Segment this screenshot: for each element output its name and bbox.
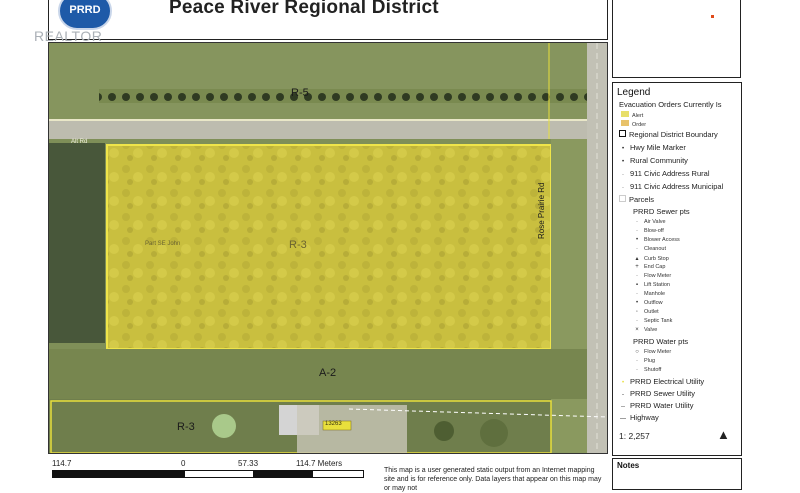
sewer-pt: · Blow-off xyxy=(633,228,664,234)
blow-off-icon: · xyxy=(636,228,638,234)
curb-stop-icon: ▴ xyxy=(635,256,639,262)
septic-tank-icon: · xyxy=(636,318,638,324)
manhole-icon: · xyxy=(636,291,638,297)
flow-meter-icon: · xyxy=(636,273,638,279)
mile-marker-icon: • xyxy=(621,146,625,152)
map-imagery xyxy=(49,43,607,453)
electrical-line-icon: • xyxy=(621,380,625,386)
sewer-pt: + End Cap xyxy=(633,264,665,270)
sewer-pt: • Blower Access xyxy=(633,237,680,243)
community-icon: • xyxy=(621,159,625,165)
highlighted-parcel xyxy=(106,144,552,350)
scale-bar: 114.7 0 57.33 114.7 Meters xyxy=(48,459,378,480)
air-valve-icon: · xyxy=(636,219,638,225)
scale-label-zero: 0 xyxy=(181,459,186,468)
legend-alert: Alert xyxy=(621,111,643,119)
water-pt: ○ Flow Meter xyxy=(633,349,671,355)
east-west-road xyxy=(49,121,607,139)
civic-municipal-icon: · xyxy=(622,185,624,191)
sewer-pt: · Air Valve xyxy=(633,219,666,225)
legend-boundary: Regional District Boundary xyxy=(619,130,718,139)
cleanout-icon: · xyxy=(636,246,638,252)
sewer-pt: ▴ Curb Stop xyxy=(633,255,668,262)
sewer-pt: · Flow Meter xyxy=(633,273,671,279)
evac-heading: Evacuation Orders Currently Is xyxy=(619,100,722,109)
scale-label-right: 114.7 Meters xyxy=(296,459,343,468)
water-pt: · Shutoff xyxy=(633,367,661,373)
water-line-icon: -- xyxy=(621,404,625,410)
legend-highway: — Highway xyxy=(620,413,659,422)
legend-civic-municipal: · 911 Civic Address Municipal xyxy=(619,182,723,191)
sewer-pt: · Cleanout xyxy=(633,246,666,252)
sewer-pt: ◦ Outlet xyxy=(633,309,659,315)
map-title: Peace River Regional District xyxy=(169,0,439,18)
logo-text: PRRD xyxy=(69,4,101,16)
parcel-legal-text: Part SE John xyxy=(145,241,181,247)
sewer-pt: • Outflow xyxy=(633,300,663,306)
civic-rural-icon: · xyxy=(622,172,624,178)
outlet-icon: ◦ xyxy=(635,309,639,315)
plug-icon: · xyxy=(636,358,638,364)
legend-civic-rural: · 911 Civic Address Rural xyxy=(619,169,709,178)
zone-label-r3-parcel: R-3 xyxy=(289,239,307,251)
overview-map-box xyxy=(612,0,741,78)
scale-bar-graphic xyxy=(52,470,364,478)
map-title-box: Peace River Regional District xyxy=(48,0,608,40)
map-legend: Legend Evacuation Orders Currently Is Al… xyxy=(612,82,742,456)
water-pt: · Plug xyxy=(633,358,655,364)
outflow-icon: • xyxy=(635,300,639,306)
zone-label-r5: R-5 xyxy=(291,87,309,99)
legend-water-utility: -- PRRD Water Utility xyxy=(621,401,694,410)
legend-order: Order xyxy=(621,120,646,128)
tree-row xyxy=(99,89,599,103)
valve-icon: × xyxy=(635,327,639,333)
notes-label: Notes xyxy=(617,461,640,470)
scale-ratio: 1: 2,257 xyxy=(619,431,650,441)
notes-box: Notes xyxy=(612,458,742,490)
lift-station-icon: ▪ xyxy=(635,282,639,288)
blower-access-icon: • xyxy=(635,237,639,243)
alert-swatch-icon xyxy=(621,111,629,117)
zone-label-a2: A-2 xyxy=(319,367,337,379)
end-cap-icon: + xyxy=(635,264,639,270)
legend-rural-community: • Rural Community xyxy=(619,156,688,165)
prrd-logo: PRRD xyxy=(58,0,112,30)
legend-title: Legend xyxy=(617,87,651,98)
woodland xyxy=(49,143,105,343)
legend-sewer-utility: - PRRD Sewer Utility xyxy=(619,389,695,398)
sewer-pt: · Septic Tank xyxy=(633,318,672,324)
sewer-pt: × Valve xyxy=(633,327,657,333)
order-swatch-icon xyxy=(621,120,629,126)
highway-line-icon: — xyxy=(620,416,626,422)
legend-sewer-heading: PRRD Sewer pts xyxy=(633,207,690,216)
legend-water-heading: PRRD Water pts xyxy=(633,337,689,346)
scale-label-left: 114.7 xyxy=(52,459,72,468)
location-dot xyxy=(711,15,714,18)
sewer-pt: · Manhole xyxy=(633,291,665,297)
legend-electrical: • PRRD Electrical Utility xyxy=(619,377,704,386)
scale-label-mid: 57.33 xyxy=(238,459,259,468)
parcels-swatch-icon xyxy=(619,195,626,202)
sewer-pt: ▪ Lift Station xyxy=(633,282,670,288)
road-label-small: Alt Rd xyxy=(71,139,88,145)
address-marker: 13263 xyxy=(325,421,342,427)
north-arrow-icon: ▲ xyxy=(717,427,730,442)
legend-parcels: Parcels xyxy=(619,195,654,204)
aerial-map[interactable]: R-5 R-3 A-2 R-3 Part SE John Alt Rd 1326… xyxy=(48,42,608,454)
road-label-rose-prairie: Rose Prairie Rd xyxy=(537,182,546,239)
shutoff-icon: · xyxy=(636,367,638,373)
legend-mile-marker: • Hwy Mile Marker xyxy=(619,143,686,152)
boundary-swatch-icon xyxy=(619,130,626,137)
zone-label-r3-south: R-3 xyxy=(177,421,195,433)
water-flow-meter-icon: ○ xyxy=(635,349,639,355)
sewer-line-icon: - xyxy=(622,392,624,398)
